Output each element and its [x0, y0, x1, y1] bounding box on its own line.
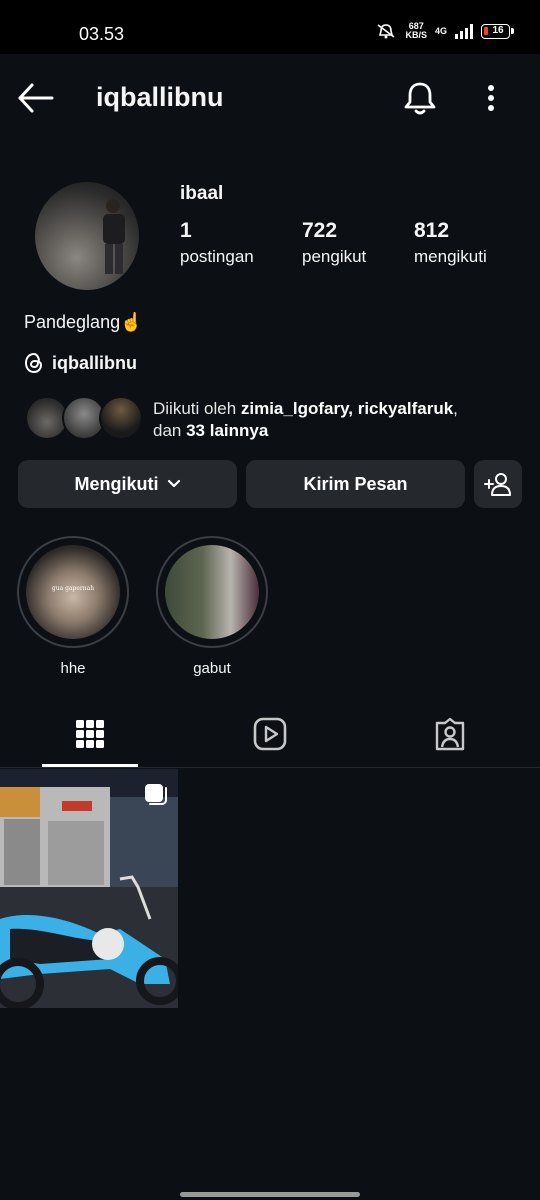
- carousel-multiple-icon: [145, 784, 167, 805]
- mutual-avatar-3: [99, 396, 143, 440]
- followed-by-text[interactable]: Diikuti oleh zimia_lgofary, rickyalfaruk…: [153, 398, 458, 442]
- highlight-hhe-caption: gua gapernah: [51, 585, 95, 592]
- battery-level: 16: [492, 24, 504, 36]
- highlight-gabut-image: [165, 545, 259, 639]
- tagged-user-icon: [435, 717, 465, 751]
- profile-tabs: [0, 702, 540, 768]
- send-message-label: Kirim Pesan: [303, 473, 408, 494]
- highlight-hhe[interactable]: gua gapernah hhe: [17, 536, 129, 677]
- more-vertical-icon: [488, 85, 494, 111]
- chevron-down-icon: [167, 479, 180, 488]
- followed-by-names: zimia_lgofary, rickyalfaruk: [240, 399, 454, 418]
- highlight-hhe-label: hhe: [60, 660, 86, 677]
- status-time: 03.53: [79, 24, 125, 44]
- active-tab-indicator: [42, 764, 138, 767]
- threads-link[interactable]: iqballibnu: [24, 352, 137, 374]
- tab-tagged[interactable]: [360, 702, 540, 766]
- tab-posts-grid[interactable]: [0, 702, 180, 766]
- display-name: ibaal: [180, 183, 224, 204]
- followed-by-prefix: Diikuti oleh: [153, 399, 241, 418]
- post-thumbnail[interactable]: [0, 769, 178, 1008]
- threads-handle: iqballibnu: [52, 352, 137, 373]
- stat-following[interactable]: 812 mengikuti: [414, 219, 487, 267]
- avatar-person-figure: [103, 199, 125, 274]
- highlight-gabut-label: gabut: [193, 660, 231, 677]
- profile-header: iqballibnu: [0, 54, 540, 144]
- arrow-left-icon: [18, 83, 54, 113]
- back-button[interactable]: [16, 80, 56, 116]
- signal-icon: [455, 23, 473, 39]
- more-options-button[interactable]: [476, 80, 506, 116]
- stat-posts-label: postingan: [180, 247, 254, 266]
- add-user-icon: [484, 473, 511, 496]
- bell-muted-icon: [377, 24, 395, 39]
- stat-posts-value: 1: [180, 219, 192, 242]
- notifications-button[interactable]: [400, 78, 440, 118]
- network-type: 4G: [434, 26, 447, 36]
- net-speed: 687 KB/S: [405, 22, 427, 40]
- highlight-ring: [156, 536, 268, 648]
- highlight-ring: gua gapernah: [17, 536, 129, 648]
- tab-reels[interactable]: [180, 702, 360, 766]
- status-icons: 687 KB/S 4G 16: [375, 22, 514, 40]
- add-user-button[interactable]: [474, 460, 522, 508]
- send-message-button[interactable]: Kirim Pesan: [246, 460, 465, 508]
- reels-play-icon: [253, 717, 287, 751]
- stat-following-value: 812: [414, 219, 450, 242]
- highlight-gabut[interactable]: gabut: [156, 536, 268, 677]
- followed-by-comma: ,: [453, 399, 458, 418]
- battery-icon: 16: [481, 23, 514, 39]
- status-bar: 03.53 687 KB/S 4G 16: [0, 0, 540, 54]
- stat-followers-value: 722: [302, 219, 338, 242]
- following-button-label: Mengikuti: [74, 473, 159, 494]
- username-title: iqballibnu: [96, 82, 224, 112]
- profile-avatar[interactable]: [35, 182, 139, 290]
- threads-icon: [24, 352, 43, 374]
- home-indicator[interactable]: [180, 1192, 360, 1197]
- bio-text: Pandeglang☝️: [24, 312, 143, 332]
- grid-icon: [76, 720, 104, 748]
- bell-icon: [404, 82, 436, 115]
- stat-posts[interactable]: 1 postingan: [180, 219, 254, 267]
- following-button[interactable]: Mengikuti: [18, 460, 237, 508]
- stat-followers[interactable]: 722 pengikut: [302, 219, 366, 267]
- net-speed-unit: KB/S: [405, 30, 427, 40]
- followed-by-and: dan: [153, 421, 187, 440]
- stat-following-label: mengikuti: [414, 247, 487, 266]
- followed-by-others: 33 lainnya: [186, 421, 269, 440]
- stat-followers-label: pengikut: [302, 247, 367, 266]
- mutual-followers-avatars[interactable]: [25, 396, 143, 442]
- highlight-hhe-image: gua gapernah: [26, 545, 120, 639]
